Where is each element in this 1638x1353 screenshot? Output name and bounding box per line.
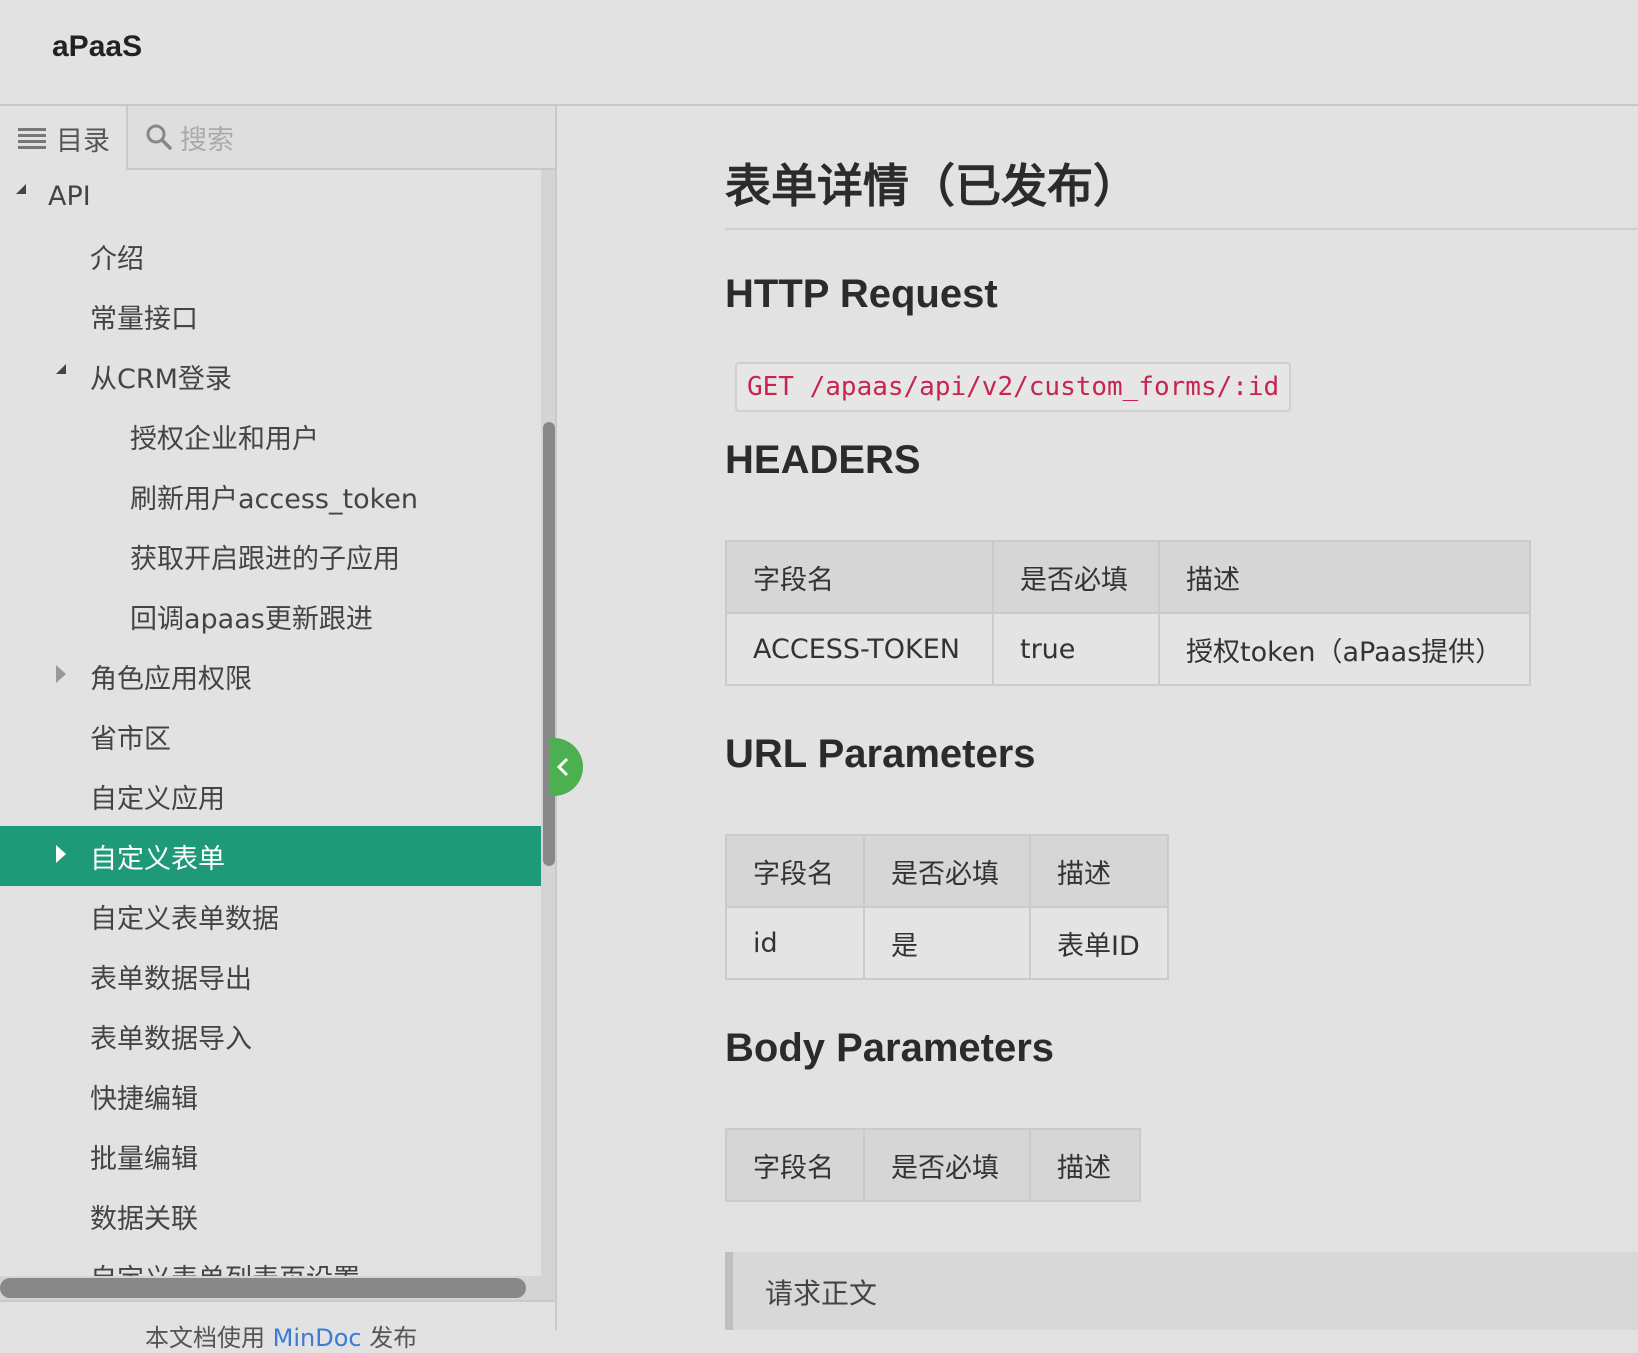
headers-table: 字段名 是否必填 描述 ACCESS-TOKEN true 授权token（aP… xyxy=(725,540,1531,686)
sidebar-item[interactable]: 自定义应用 xyxy=(0,766,541,826)
sidebar-item[interactable]: 表单数据导入 xyxy=(0,1006,541,1066)
sidebar-item-label: 常量接口 xyxy=(90,303,198,335)
table-cell: ACCESS-TOKEN xyxy=(725,612,994,686)
request-body-label: 请求正文 xyxy=(765,1277,878,1310)
top-bar: aPaaS xyxy=(0,0,1638,106)
sidebar-item-label: 省市区 xyxy=(90,723,171,755)
footer-link[interactable]: MinDoc xyxy=(273,1324,362,1352)
main-content: 表单详情（已发布） HTTP Request GET /apaas/api/v2… xyxy=(557,106,1638,1330)
caret-right-icon[interactable] xyxy=(56,845,66,863)
body-parameters-heading: Body Parameters xyxy=(725,1026,1055,1070)
sidebar-item-label: 刷新用户access_token xyxy=(130,483,418,515)
sidebar-item-label: 自定义应用 xyxy=(90,783,225,815)
footer-prefix: 本文档使用 xyxy=(145,1324,273,1352)
sidebar-item[interactable]: 常量接口 xyxy=(0,286,541,346)
sidebar-item[interactable]: 省市区 xyxy=(0,706,541,766)
table-cell: 授权token（aPaas提供） xyxy=(1158,612,1531,686)
title-divider xyxy=(725,228,1638,230)
sidebar-item-label: 角色应用权限 xyxy=(90,663,252,695)
table-row: id 是 表单ID xyxy=(725,906,1169,980)
sidebar-item-label: 数据关联 xyxy=(90,1203,198,1235)
sidebar-item-label: 介绍 xyxy=(90,243,144,275)
sidebar-item[interactable]: 自定义表单 xyxy=(0,826,541,886)
table-header-row: 字段名 是否必填 描述 xyxy=(725,1128,1141,1202)
column-header: 是否必填 xyxy=(863,834,1031,908)
sidebar-item[interactable]: 刷新用户access_token xyxy=(0,466,541,526)
request-body-note: 请求正文 xyxy=(725,1252,1638,1330)
column-header: 描述 xyxy=(1158,540,1531,614)
table-cell: true xyxy=(992,612,1160,686)
url-parameters-heading: URL Parameters xyxy=(725,732,1036,776)
sidebar-item[interactable]: 回调apaas更新跟进 xyxy=(0,586,541,646)
column-header: 是否必填 xyxy=(992,540,1160,614)
column-header: 字段名 xyxy=(725,540,994,614)
http-request-heading: HTTP Request xyxy=(725,272,998,316)
search-placeholder: 搜索 xyxy=(180,124,234,156)
sidebar-item[interactable]: 获取开启跟进的子应用 xyxy=(0,526,541,586)
sidebar-item[interactable]: 数据关联 xyxy=(0,1186,541,1246)
sidebar-item[interactable]: 表单数据导出 xyxy=(0,946,541,1006)
caret-down-icon[interactable] xyxy=(56,364,66,374)
sidebar-item[interactable]: 从CRM登录 xyxy=(0,346,541,406)
page-title: 表单详情（已发布） xyxy=(725,159,1139,213)
headers-heading: HEADERS xyxy=(725,438,921,482)
tab-toc-label: 目录 xyxy=(56,125,110,157)
table-header-row: 字段名 是否必填 描述 xyxy=(725,834,1169,908)
sidebar-item-label: 表单数据导出 xyxy=(90,963,252,995)
app-title[interactable]: aPaaS xyxy=(52,30,142,64)
search-icon xyxy=(146,124,172,150)
vertical-scroll-thumb[interactable] xyxy=(543,422,555,866)
sidebar-tabs: 目录 搜索 xyxy=(0,106,555,170)
sidebar-item-label: 快捷编辑 xyxy=(90,1083,198,1115)
horizontal-scroll-thumb[interactable] xyxy=(0,1278,526,1298)
table-header-row: 字段名 是否必填 描述 xyxy=(725,540,1531,614)
url-parameters-table: 字段名 是否必填 描述 id 是 表单ID xyxy=(725,834,1169,980)
caret-down-icon[interactable] xyxy=(16,184,26,194)
tab-toc[interactable]: 目录 xyxy=(0,106,128,170)
body-parameters-table: 字段名 是否必填 描述 xyxy=(725,1128,1141,1202)
http-request-code: GET /apaas/api/v2/custom_forms/:id xyxy=(735,362,1292,412)
table-cell: id xyxy=(725,906,865,980)
column-header: 描述 xyxy=(1029,1128,1141,1202)
sidebar-item-label: 从CRM登录 xyxy=(90,363,232,395)
sidebar-item[interactable]: 介绍 xyxy=(0,226,541,286)
column-header: 字段名 xyxy=(725,834,865,908)
sidebar-item[interactable]: API xyxy=(0,170,541,226)
sidebar: 目录 搜索 API 介绍常量接口从CRM登录授权企业和用户刷新用户access_t… xyxy=(0,106,557,1352)
sidebar-item-label: 批量编辑 xyxy=(90,1143,198,1175)
footer-suffix: 发布 xyxy=(361,1324,418,1352)
sidebar-item-label: 表单数据导入 xyxy=(90,1023,252,1055)
search-input[interactable]: 搜索 xyxy=(128,106,555,168)
column-header: 描述 xyxy=(1029,834,1169,908)
caret-right-icon[interactable] xyxy=(56,665,66,683)
sidebar-item[interactable]: 快捷编辑 xyxy=(0,1066,541,1126)
table-cell: 表单ID xyxy=(1029,906,1169,980)
table-row: ACCESS-TOKEN true 授权token（aPaas提供） xyxy=(725,612,1531,686)
sidebar-item-label: 自定义表单数据 xyxy=(90,903,279,935)
sidebar-item-label: 自定义表单 xyxy=(90,843,225,875)
footer-note: 本文档使用 MinDoc 发布 xyxy=(145,1318,417,1353)
table-cell: 是 xyxy=(863,906,1031,980)
sidebar-item[interactable]: 批量编辑 xyxy=(0,1126,541,1186)
column-header: 是否必填 xyxy=(863,1128,1031,1202)
sidebar-item-label: 回调apaas更新跟进 xyxy=(130,603,373,635)
menu-icon xyxy=(18,128,46,149)
sidebar-item[interactable]: 角色应用权限 xyxy=(0,646,541,706)
sidebar-item[interactable]: 授权企业和用户 xyxy=(0,406,541,466)
sidebar-item-label: 获取开启跟进的子应用 xyxy=(130,543,400,575)
sidebar-item[interactable]: 自定义表单数据 xyxy=(0,886,541,946)
column-header: 字段名 xyxy=(725,1128,865,1202)
toc-tree: API 介绍常量接口从CRM登录授权企业和用户刷新用户access_token 获取… xyxy=(0,170,541,1283)
sidebar-item-label: 授权企业和用户 xyxy=(130,423,319,455)
sidebar-item-label: API xyxy=(48,180,91,212)
